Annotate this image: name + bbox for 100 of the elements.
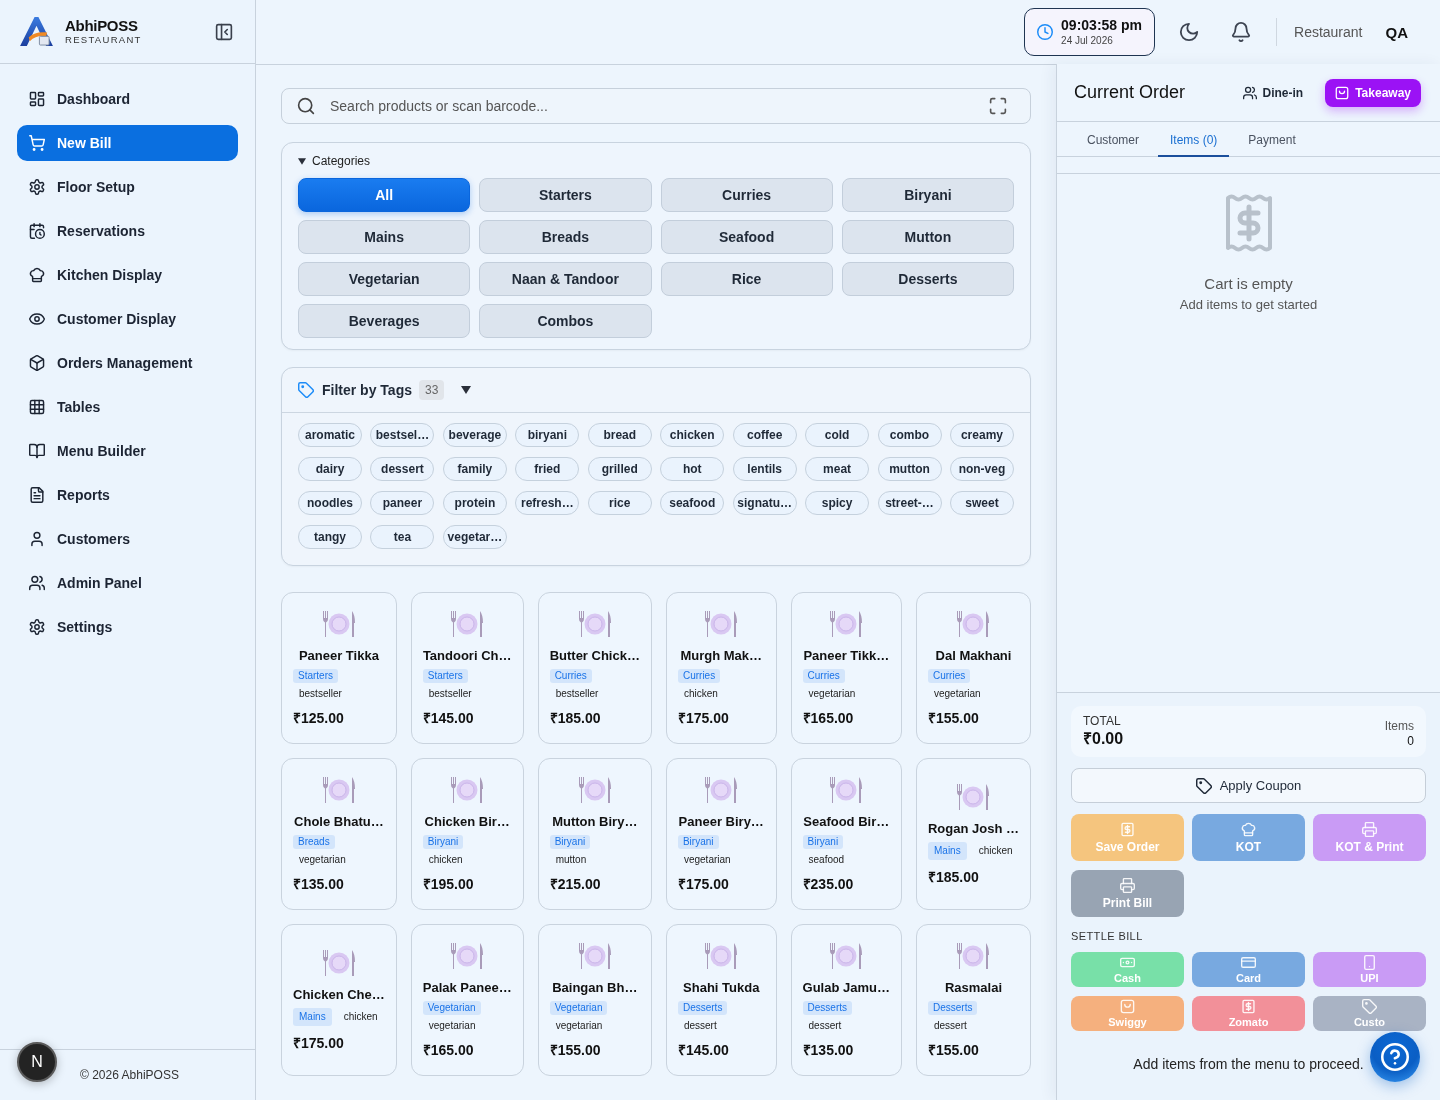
bell-icon[interactable] [1231,22,1251,42]
tag-chip[interactable]: bread [587,423,652,447]
category-button[interactable]: Combos [479,304,652,338]
tag-chip[interactable]: noodles [298,491,363,515]
user-label[interactable]: QA [1385,23,1408,41]
tag-chip[interactable]: family [442,457,507,481]
avatar-button[interactable]: N [17,1042,57,1082]
tag-chip[interactable]: non-veg [949,457,1014,481]
tag-chip[interactable]: hot [660,457,725,481]
moon-icon[interactable] [1179,22,1199,42]
total-label: TOTAL [1083,714,1122,729]
tag-chip[interactable]: cold [805,423,870,447]
tag-chip[interactable]: street-… [877,491,942,515]
tag-chip[interactable]: protein [442,491,507,515]
tag-chip[interactable]: refresh… [515,491,580,515]
product-card[interactable]: Shahi Tukda Desserts dessert ₹145.00 [665,924,777,1076]
product-card[interactable]: Murgh Mak… Curries chicken ₹175.00 [665,592,777,744]
product-card[interactable]: Chicken Che… Mains chicken ₹175.00 [281,924,397,1076]
nav-item[interactable]: Reservations [17,213,238,249]
product-card[interactable]: Palak Panee… Vegetarian vegetarian ₹165.00 [410,924,524,1076]
tag-chip[interactable]: coffee [732,423,797,447]
tag-chip[interactable]: mutton [877,457,942,481]
categories-toggle[interactable]: Categories [298,154,371,168]
tag-chip[interactable]: vegetar… [442,525,507,549]
product-card[interactable]: Chicken Bir… Biryani chicken ₹195.00 [410,758,524,910]
nav-item[interactable]: Menu Builder [17,433,238,469]
tag-chip[interactable]: bestsel… [370,423,435,447]
caret-icon[interactable] [298,157,306,165]
caret-icon[interactable] [461,386,472,394]
category-button[interactable]: Beverages [298,304,471,338]
product-card[interactable]: Paneer Biry… Biryani vegetarian ₹175.00 [665,758,777,910]
product-card[interactable]: Gulab Jamu… Desserts dessert ₹135.00 [790,924,902,1076]
tag-chip[interactable]: sweet [949,491,1014,515]
order-tab[interactable]: Payment [1236,122,1308,157]
tag-chip[interactable]: fried [515,457,580,481]
plate-icon [957,941,990,970]
tag-chip[interactable]: grilled [587,457,652,481]
tag-chip[interactable]: chicken [660,423,725,447]
category-button[interactable]: Curries [660,178,833,212]
product-card[interactable]: Seafood Bir… Biryani seafood ₹235.00 [790,758,902,910]
user-icon [29,531,45,547]
search-field[interactable]: Search products or scan barcode... [281,88,1031,124]
order-type-button[interactable]: Takeaway [1325,78,1421,107]
category-button[interactable]: Seafood [660,220,833,254]
tag-chip[interactable]: lentils [732,457,797,481]
product-card[interactable]: Chole Bhatu… Breads vegetarian ₹135.00 [281,758,397,910]
product-card[interactable]: Paneer Tikk… Curries vegetarian ₹165.00 [790,592,902,744]
product-card[interactable]: Mutton Biry… Biryani mutton ₹215.00 [537,758,652,910]
category-badge: Mains [293,1007,332,1026]
category-button[interactable]: Naan & Tandoor [479,262,652,296]
order-tab[interactable]: Items (0) [1158,122,1230,157]
nav-item[interactable]: Customers [17,521,238,557]
nav-item[interactable]: Admin Panel [17,565,238,601]
nav-item[interactable]: Orders Management [17,345,238,381]
product-card[interactable]: Butter Chick… Curries bestseller ₹185.00 [537,592,652,744]
fullscreen-icon[interactable] [989,97,1007,115]
product-card[interactable]: Rogan Josh … Mains chicken ₹185.00 [916,758,1031,910]
tag-chip[interactable]: signatu… [732,491,797,515]
order-type-button[interactable]: Dine-in [1234,78,1312,107]
nav-item[interactable]: Tables [17,389,238,425]
tag-chip[interactable]: rice [587,491,652,515]
category-button[interactable]: All [298,178,471,212]
nav-item[interactable]: Dashboard [17,81,238,117]
users-icon [1242,85,1257,100]
product-card[interactable]: Paneer Tikka Starters bestseller ₹125.00 [281,592,397,744]
tag-chip[interactable]: tea [370,525,435,549]
apply-coupon-button[interactable]: Apply Coupon [1071,768,1426,803]
nav-item[interactable]: Settings [17,609,238,645]
nav-item[interactable]: Kitchen Display [17,257,238,293]
tag-chip[interactable]: dessert [370,457,435,481]
tag-chip[interactable]: seafood [660,491,725,515]
category-button[interactable]: Mains [298,220,471,254]
nav-item[interactable]: Customer Display [17,301,238,337]
category-button[interactable]: Breads [479,220,652,254]
nav-item[interactable]: Floor Setup [17,169,238,205]
product-card[interactable]: Baingan Bh… Vegetarian vegetarian ₹155.00 [537,924,652,1076]
tag-chip[interactable]: tangy [298,525,363,549]
category-button[interactable]: Desserts [841,262,1014,296]
tag-chip[interactable]: beverage [442,423,507,447]
category-badge: Desserts [928,1000,978,1015]
tag-chip[interactable]: dairy [298,457,363,481]
nav-item[interactable]: New Bill [17,125,238,161]
product-card[interactable]: Tandoori Ch… Starters bestseller ₹145.00 [410,592,524,744]
category-button[interactable]: Vegetarian [298,262,471,296]
tag-chip[interactable]: combo [877,423,942,447]
category-button[interactable]: Rice [660,262,833,296]
tag-chip[interactable]: paneer [370,491,435,515]
tag-chip[interactable]: biryani [515,423,580,447]
product-card[interactable]: Dal Makhani Curries vegetarian ₹155.00 [916,592,1031,744]
order-tab[interactable]: Customer [1075,122,1151,157]
product-card[interactable]: Rasmalai Desserts dessert ₹155.00 [916,924,1031,1076]
nav-item[interactable]: Reports [17,477,238,513]
collapse-sidebar-icon[interactable] [215,22,233,41]
category-button[interactable]: Biryani [841,178,1014,212]
tag-chip[interactable]: aromatic [298,423,363,447]
category-button[interactable]: Mutton [841,220,1014,254]
tag-chip[interactable]: creamy [949,423,1014,447]
tag-chip[interactable]: spicy [805,491,870,515]
category-button[interactable]: Starters [479,178,652,212]
tag-chip[interactable]: meat [805,457,870,481]
